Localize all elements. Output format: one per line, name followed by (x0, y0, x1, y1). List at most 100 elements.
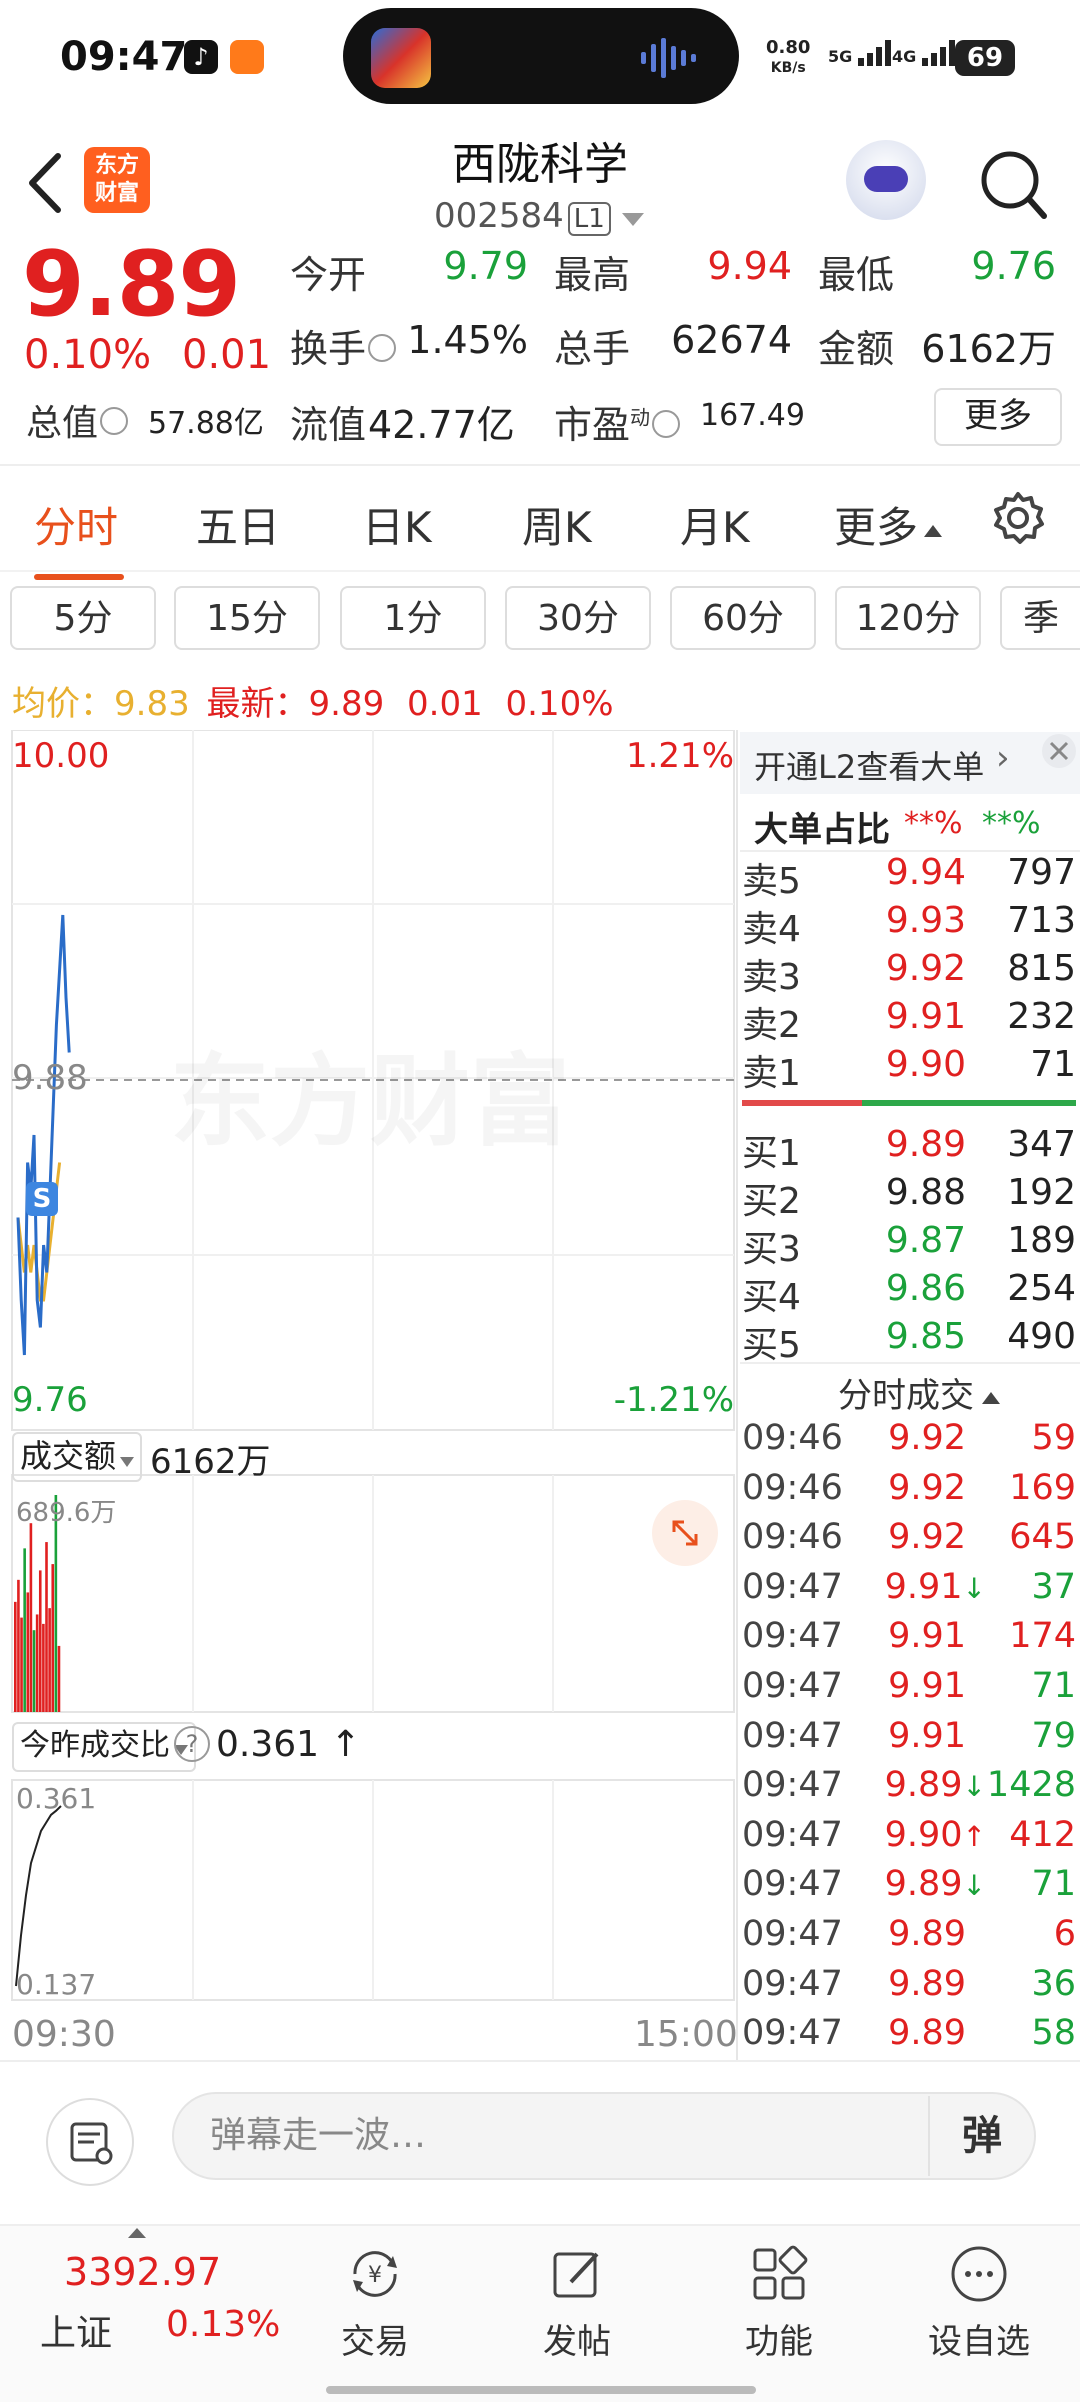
info-dots-icon[interactable] (652, 409, 681, 438)
volume-selector[interactable]: 成交额 (12, 1432, 143, 1482)
nav-functions-label: 功能 (745, 2322, 813, 2362)
index-percent[interactable]: 0.13% (166, 2304, 280, 2345)
shop-icon (230, 40, 264, 74)
net-speed-unit: KB/s (770, 60, 806, 76)
period-60min[interactable]: 60分 (670, 586, 816, 650)
status-bar: 09:47 ♪ 0.80 KB/s 5G 4G 69 (0, 0, 1080, 120)
l2-banner[interactable]: 开通L2查看大单 › (740, 732, 1080, 794)
close-icon[interactable] (1040, 732, 1078, 770)
trade-price: 9.89 (888, 2013, 966, 2053)
trade-price-value: 9.92 (888, 1418, 966, 1458)
s-marker[interactable]: S (26, 1182, 58, 1216)
comment-list-button[interactable] (46, 2098, 134, 2186)
big-order-label: 大单占比 (754, 810, 890, 850)
trade-price-value: 9.92 (888, 1517, 966, 1558)
ask-level: 卖3 (742, 957, 801, 998)
tab-weekly-k[interactable]: 周K (522, 494, 592, 555)
volume-bar (57, 1645, 61, 1712)
danmu-toggle-button[interactable]: 弹 (928, 2096, 1034, 2176)
dropdown-caret-icon (120, 1457, 135, 1467)
signal-4g: 4G (892, 40, 958, 66)
level-badge: L1 (567, 202, 611, 236)
bid-row[interactable]: 买1 9.89 347 (742, 1124, 1076, 1174)
period-30min[interactable]: 30分 (505, 586, 651, 650)
period-120min[interactable]: 120分 (835, 586, 981, 650)
status-time: 09:47 (60, 34, 188, 80)
ask-level: 卖4 (742, 909, 801, 950)
ratio-selector[interactable]: 今昨成交比 (12, 1722, 196, 1772)
y-axis-mid-label: 9.88 (12, 1058, 88, 1098)
more-dots-icon (951, 2246, 1007, 2302)
ask-row[interactable]: 卖5 9.94 797 (742, 852, 1076, 902)
ask-row[interactable]: 卖2 9.91 232 (742, 996, 1076, 1046)
signal-bars-icon (857, 40, 891, 66)
ask-row[interactable]: 卖1 9.90 71 (742, 1044, 1076, 1094)
trade-price: 9.91↓ (885, 1567, 986, 1607)
assistant-avatar[interactable] (846, 140, 926, 220)
ask-row[interactable]: 卖3 9.92 815 (742, 948, 1076, 998)
trade-time: 09:46 (742, 1517, 843, 1558)
trade-direction-icon: ↓ (962, 1770, 986, 1804)
caret-up-icon (128, 2228, 146, 2238)
tab-daily-k[interactable]: 日K (362, 494, 432, 555)
mktcap-label-text: 总值 (26, 403, 99, 444)
tab-five-day[interactable]: 五日 (196, 494, 280, 555)
ratio-line (15, 1805, 62, 1987)
nav-functions[interactable]: 功能 (714, 2244, 844, 2363)
ask-volume: 71 (1030, 1044, 1076, 1085)
index-name[interactable]: 上证 (40, 2304, 112, 2356)
latest-change: 0.01 (407, 684, 483, 724)
nav-watchlist-label: 设自选 (928, 2322, 1030, 2362)
tab-intraday[interactable]: 分时 (34, 494, 118, 555)
bid-row[interactable]: 买5 9.85 490 (742, 1316, 1076, 1366)
trade-price-value: 9.90 (884, 1814, 963, 1855)
ask-price: 9.92 (885, 948, 966, 989)
trade-volume: 174 (1009, 1616, 1076, 1657)
bid-row[interactable]: 买3 9.87 189 (742, 1220, 1076, 1270)
index-value[interactable]: 3392.97 (64, 2250, 221, 2294)
bid-price: 9.89 (885, 1124, 966, 1165)
turnover-label-text: 换手 (290, 327, 367, 371)
stock-code-row[interactable]: 002584 L1 (434, 196, 644, 236)
home-indicator[interactable] (326, 2386, 756, 2394)
nav-trade[interactable]: ¥ 交易 (310, 2244, 440, 2363)
nav-watchlist[interactable]: 设自选 (914, 2244, 1044, 2363)
bid-row[interactable]: 买4 9.86 254 (742, 1268, 1076, 1318)
period-quarter[interactable]: 季 (1000, 586, 1080, 650)
ask-row[interactable]: 卖4 9.93 713 (742, 900, 1076, 950)
info-dots-icon[interactable] (100, 407, 129, 435)
bid-row[interactable]: 买2 9.88 192 (742, 1172, 1076, 1222)
trade-row: 09:46 9.92 59 (742, 1418, 1076, 1468)
tab-more[interactable]: 更多 (834, 494, 943, 555)
float-value: 42.77亿 (368, 403, 515, 447)
more-quote-button[interactable]: 更多 (934, 388, 1062, 446)
gear-icon[interactable] (990, 490, 1046, 546)
pe-value: 167.49 (700, 398, 805, 433)
trade-row: 09:47 9.91 79 (742, 1716, 1076, 1766)
ask-level: 卖2 (742, 1005, 801, 1046)
nav-post[interactable]: 发帖 (512, 2244, 642, 2363)
trade-volume: 71 (1031, 1666, 1076, 1706)
trades-header[interactable]: 分时成交 (838, 1368, 1000, 1417)
pe-label-text: 市盈 (554, 403, 631, 447)
volume-bar (20, 1617, 23, 1712)
trade-volume: 71 (1031, 1864, 1076, 1905)
trade-price: 9.91 (888, 1616, 966, 1656)
info-dots-icon[interactable] (368, 333, 397, 362)
trade-row: 09:47 9.89 6 (742, 1914, 1076, 1964)
volume-bar (42, 1623, 45, 1712)
ask-volume: 232 (1007, 996, 1076, 1037)
help-icon[interactable]: ? (174, 1726, 210, 1762)
trade-volume: 59 (1031, 1418, 1076, 1458)
expand-button[interactable] (652, 1500, 718, 1566)
period-15min[interactable]: 15分 (174, 586, 320, 650)
amount-label: 金额 (818, 327, 895, 371)
bid-volume: 490 (1007, 1316, 1076, 1357)
trade-time: 09:47 (742, 1864, 843, 1905)
tab-monthly-k[interactable]: 月K (680, 494, 750, 555)
danmu-input[interactable]: 弹幕走一波… (172, 2092, 1036, 2180)
period-1min[interactable]: 1分 (340, 586, 486, 650)
search-icon[interactable] (978, 146, 1048, 222)
period-5min[interactable]: 5分 (10, 586, 156, 650)
dynamic-island[interactable] (343, 8, 739, 104)
